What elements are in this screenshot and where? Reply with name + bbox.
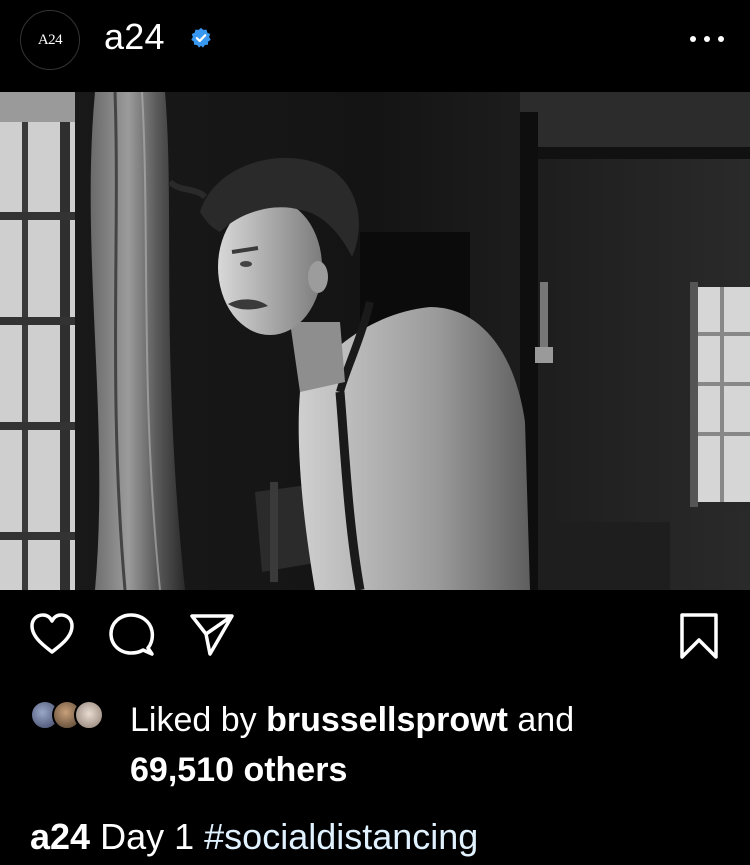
- film-still-illustration: [0, 92, 750, 590]
- dot: [718, 36, 724, 42]
- action-bar: [0, 590, 750, 670]
- avatar-logo-text: A24: [37, 31, 63, 48]
- likes-conjunction: and: [517, 701, 575, 739]
- liker-avatars[interactable]: [30, 700, 120, 732]
- paper-plane-icon[interactable]: [188, 612, 236, 658]
- verified-badge-icon: [191, 27, 211, 48]
- caption-text: Day 1: [100, 816, 195, 857]
- caption-hashtag[interactable]: #socialdistancing: [204, 816, 478, 857]
- likes-count[interactable]: 69,510 others: [130, 746, 347, 794]
- dot: [690, 36, 696, 42]
- caption-username[interactable]: a24: [30, 816, 90, 857]
- username[interactable]: a24: [104, 16, 165, 58]
- dot: [704, 36, 710, 42]
- likes-text: Liked by brussellsprowt and: [130, 694, 730, 746]
- post-image[interactable]: [0, 92, 750, 590]
- comment-icon[interactable]: [106, 612, 156, 658]
- profile-avatar[interactable]: A24: [20, 10, 80, 70]
- post-header: A24 a24: [0, 0, 750, 92]
- post-caption: a24 Day 1 #socialdistancing: [30, 812, 478, 862]
- liker-avatar: [74, 700, 104, 730]
- likes-prefix: Liked by: [130, 701, 257, 739]
- more-options-icon[interactable]: [690, 24, 724, 54]
- heart-icon[interactable]: [28, 612, 76, 656]
- liker-username[interactable]: brussellsprowt: [266, 701, 508, 739]
- bookmark-icon[interactable]: [678, 612, 720, 660]
